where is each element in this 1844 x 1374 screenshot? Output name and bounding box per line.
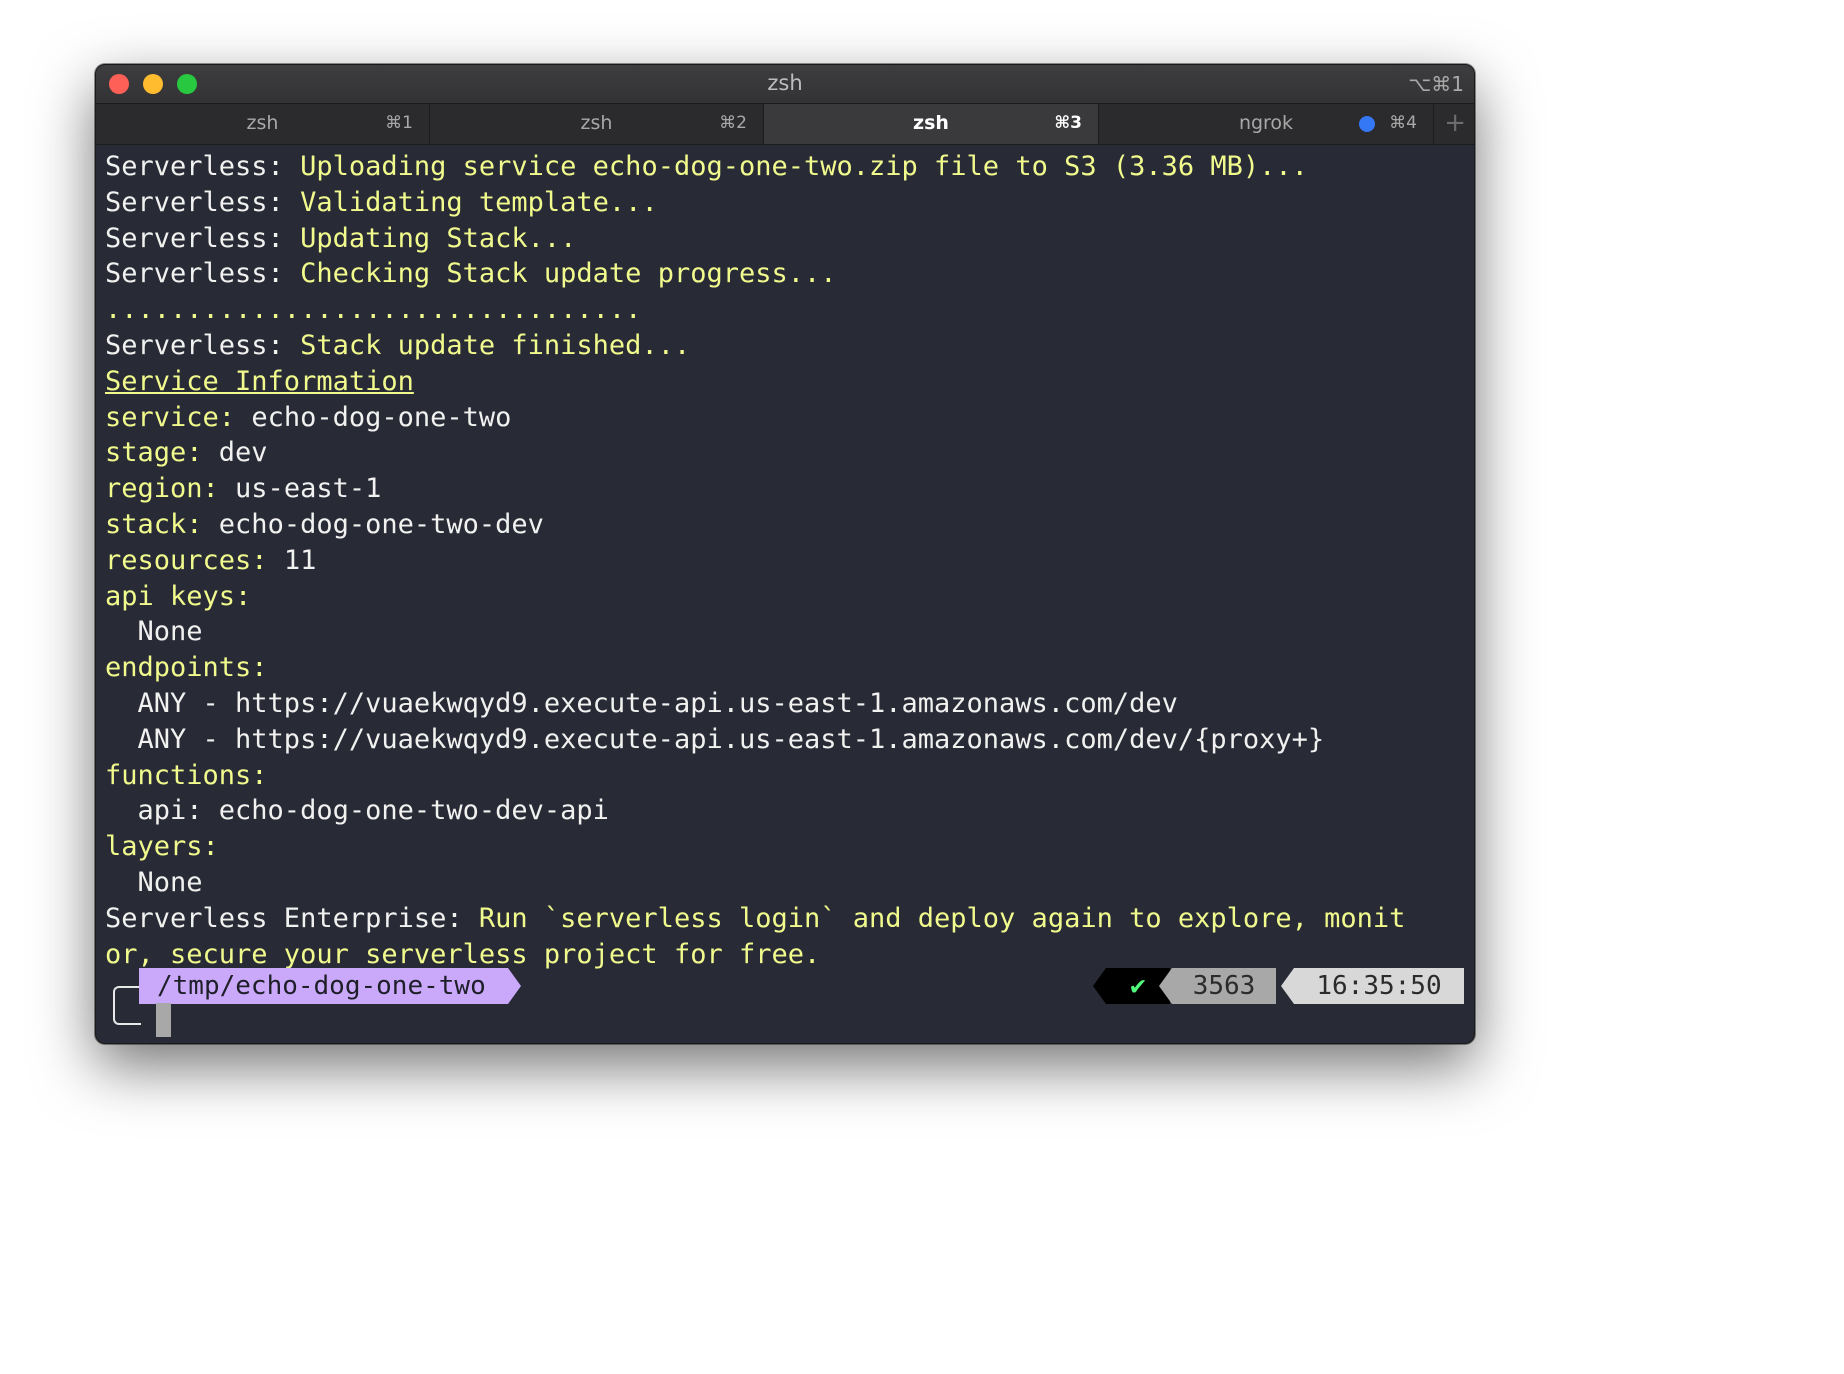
line-text: api: echo-dog-one-two-dev-api: [105, 795, 609, 827]
line-value: echo-dog-one-two-dev: [218, 508, 544, 540]
line-keyword: .................................: [105, 294, 642, 326]
line-text: Serverless:: [105, 222, 301, 254]
output-line: Service Information: [105, 364, 1470, 400]
tab-shortcut: ⌘2: [719, 113, 747, 133]
output-line: region: us-east-1: [105, 471, 1470, 507]
output-line: stage: dev: [105, 435, 1470, 471]
line-keyword: Checking Stack update progress...: [300, 258, 837, 290]
tab-label: zsh: [246, 112, 279, 134]
tab-shortcut: ⌘3: [1054, 113, 1082, 133]
new-tab-plus-icon[interactable]: +: [1444, 108, 1466, 138]
line-keyword: stack:: [105, 508, 219, 540]
output-line: api keys:: [105, 579, 1470, 615]
text-cursor: [156, 1003, 171, 1037]
line-keyword: stage:: [105, 437, 219, 469]
tab-zsh-1[interactable]: zsh ⌘1: [96, 104, 430, 144]
line-keyword: api keys:: [105, 580, 252, 612]
line-text: Serverless:: [105, 186, 301, 218]
line-value: us-east-1: [235, 473, 382, 505]
section-heading: Service Information: [105, 365, 414, 397]
title-bar[interactable]: zsh ⌥⌘1: [96, 65, 1474, 103]
output-line: api: echo-dog-one-two-dev-api: [105, 793, 1470, 829]
line-value: dev: [218, 437, 268, 469]
output-line: layers:: [105, 829, 1470, 865]
output-line: Serverless Enterprise: Run `serverless l…: [105, 901, 1470, 937]
output-line: .................................: [105, 292, 1470, 328]
output-line: Serverless: Validating template...: [105, 185, 1470, 221]
window-shortcut: ⌥⌘1: [1408, 72, 1464, 96]
output-line: or, secure your serverless project for f…: [105, 937, 1470, 973]
terminal-output[interactable]: Serverless: Uploading service echo-dog-o…: [105, 149, 1470, 972]
line-text: None: [105, 866, 203, 898]
line-keyword: region:: [105, 473, 236, 505]
tab-bar: zsh ⌘1 zsh ⌘2 zsh ⌘3 ngrok ⌘4 +: [96, 103, 1474, 145]
line-keyword: layers:: [105, 831, 219, 863]
line-keyword: service:: [105, 401, 252, 433]
output-line: Serverless: Uploading service echo-dog-o…: [105, 149, 1470, 185]
tab-label: zsh: [580, 112, 613, 134]
output-line: Serverless: Checking Stack update progre…: [105, 256, 1470, 292]
output-line: service: echo-dog-one-two: [105, 400, 1470, 436]
output-line: Serverless: Updating Stack...: [105, 221, 1470, 257]
tab-label: zsh: [913, 112, 949, 134]
tab-ngrok[interactable]: ngrok ⌘4: [1099, 104, 1434, 144]
line-text: Serverless:: [105, 258, 301, 290]
line-text: Serverless Enterprise:: [105, 902, 479, 934]
output-line: None: [105, 865, 1470, 901]
line-text: Serverless:: [105, 329, 301, 361]
line-keyword: Run `serverless login` and deploy again …: [478, 902, 1406, 934]
line-text: Serverless:: [105, 151, 301, 182]
output-line: ANY - https://vuaekwqyd9.execute-api.us-…: [105, 686, 1470, 722]
line-value: 11: [283, 544, 317, 576]
output-line: ANY - https://vuaekwqyd9.execute-api.us-…: [105, 722, 1470, 758]
prompt-time: 16:35:50: [1281, 968, 1464, 1004]
line-keyword: endpoints:: [105, 652, 268, 684]
output-line: endpoints:: [105, 650, 1470, 686]
output-line: Serverless: Stack update finished...: [105, 328, 1470, 364]
line-text: ANY - https://vuaekwqyd9.execute-api.us-…: [105, 687, 1178, 719]
terminal-window: zsh ⌥⌘1 zsh ⌘1 zsh ⌘2 zsh ⌘3 ngrok ⌘4 + …: [95, 64, 1475, 1044]
tab-label: ngrok: [1238, 112, 1294, 134]
line-keyword: Uploading service echo-dog-one-two.zip f…: [300, 151, 1308, 182]
line-text: ANY - https://vuaekwqyd9.execute-api.us-…: [105, 723, 1325, 755]
line-keyword: Stack update finished...: [300, 329, 691, 361]
prompt-path: /tmp/echo-dog-one-two: [139, 968, 521, 1004]
tab-shortcut: ⌘1: [385, 113, 413, 133]
tab-shortcut: ⌘4: [1389, 113, 1417, 133]
tab-zsh-3[interactable]: zsh ⌘3: [764, 104, 1099, 144]
output-line: resources: 11: [105, 543, 1470, 579]
activity-dot-icon: [1359, 116, 1375, 132]
prompt-bracket-icon: [113, 986, 141, 1025]
line-keyword: functions:: [105, 759, 268, 791]
output-line: None: [105, 614, 1470, 650]
line-keyword: resources:: [105, 544, 284, 576]
line-value: echo-dog-one-two: [251, 401, 512, 433]
output-line: stack: echo-dog-one-two-dev: [105, 507, 1470, 543]
line-keyword: Validating template...: [300, 186, 658, 218]
line-text: None: [105, 616, 203, 648]
history-number: 3563: [1159, 968, 1276, 1004]
output-line: functions:: [105, 758, 1470, 794]
tab-zsh-2[interactable]: zsh ⌘2: [430, 104, 764, 144]
line-keyword: Updating Stack...: [300, 222, 577, 254]
line-keyword: or, secure your serverless project for f…: [105, 938, 821, 970]
window-title: zsh: [767, 71, 803, 95]
